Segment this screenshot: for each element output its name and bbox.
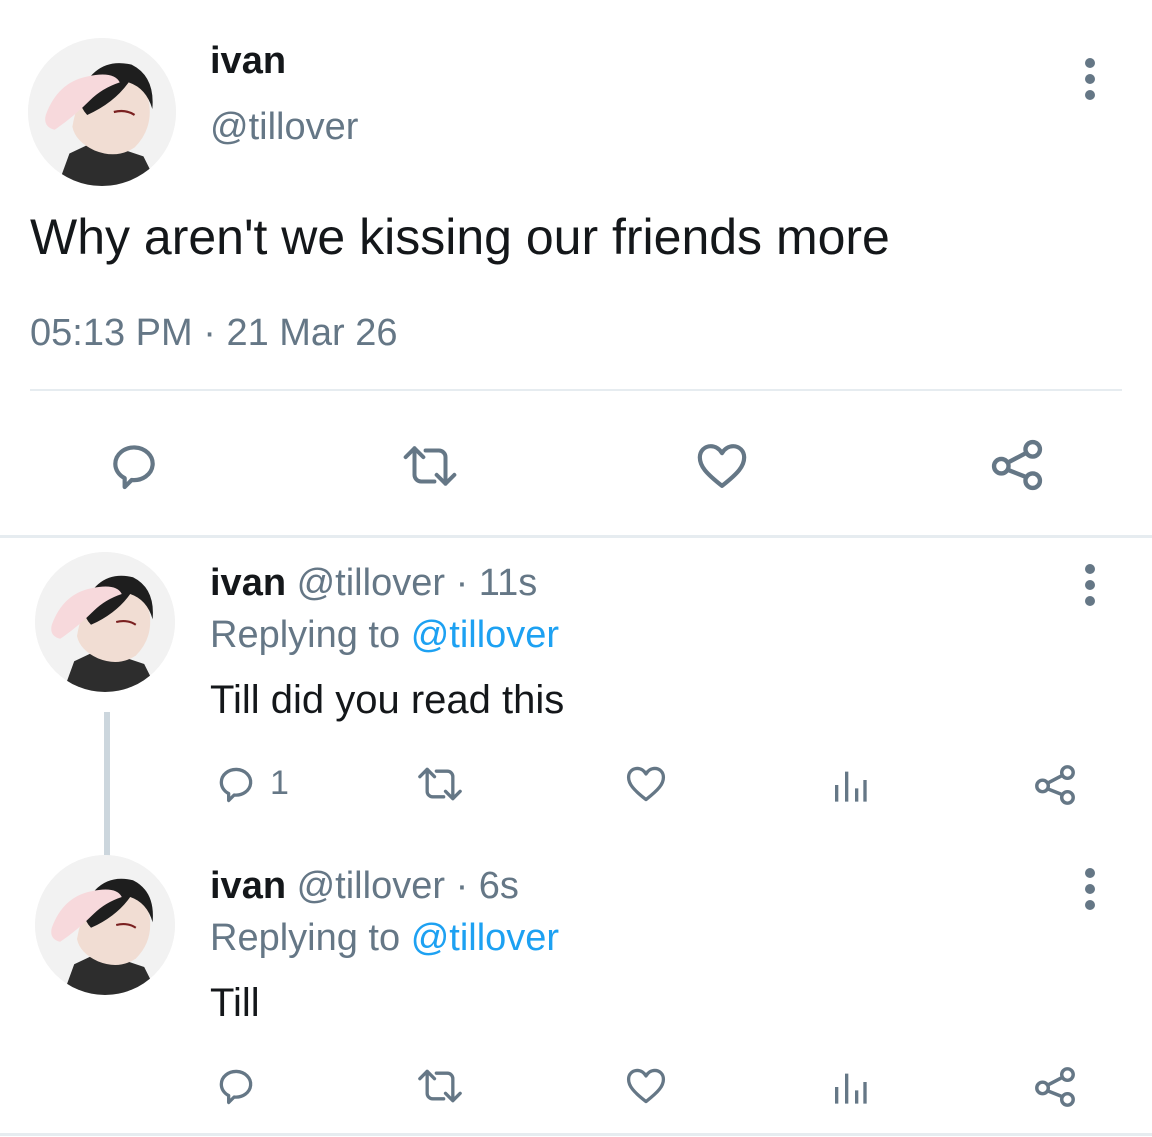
replying-prefix: Replying to — [210, 614, 401, 656]
handle[interactable]: @tillover — [210, 106, 358, 149]
replying-handle-link[interactable]: @tillover — [411, 614, 559, 656]
avatar-illustration — [35, 855, 175, 995]
analytics-icon[interactable] — [826, 1064, 874, 1110]
avatar[interactable] — [35, 855, 175, 995]
handle[interactable]: @tillover — [297, 562, 445, 604]
share-icon[interactable] — [1030, 760, 1080, 810]
reply-header: ivan @tillover · 6s — [210, 865, 519, 908]
avatar-illustration — [28, 38, 176, 186]
bottom-divider — [0, 1133, 1152, 1136]
avatar[interactable] — [28, 38, 176, 186]
replying-to: Replying to @tillover — [210, 917, 559, 960]
heart-icon[interactable] — [622, 1062, 670, 1110]
reply-header: ivan @tillover · 11s — [210, 562, 537, 605]
avatar[interactable] — [35, 552, 175, 692]
share-icon[interactable] — [986, 434, 1048, 496]
tweet-time: 05:13 PM — [30, 312, 193, 354]
avatar-illustration — [35, 552, 175, 692]
replying-handle-link[interactable]: @tillover — [411, 917, 559, 959]
display-name[interactable]: ivan — [210, 865, 286, 907]
divider — [30, 389, 1122, 391]
tweet-text: Till — [210, 981, 260, 1025]
reply-count: 1 — [270, 764, 289, 802]
more-vertical-icon[interactable] — [1080, 58, 1100, 106]
heart-icon[interactable] — [692, 436, 752, 496]
more-vertical-icon[interactable] — [1080, 564, 1100, 612]
tweet-age: 6s — [478, 865, 519, 907]
thread-line — [104, 712, 110, 860]
display-name[interactable]: ivan — [210, 40, 286, 83]
tweet-text: Why aren't we kissing our friends more — [30, 209, 890, 265]
timestamp-separator: · — [203, 312, 216, 354]
tweet-date: 21 Mar 26 — [226, 312, 398, 354]
handle[interactable]: @tillover — [297, 865, 445, 907]
more-vertical-icon[interactable] — [1080, 868, 1100, 916]
retweet-icon[interactable] — [412, 1062, 468, 1110]
share-icon[interactable] — [1030, 1062, 1080, 1112]
retweet-icon[interactable] — [412, 760, 468, 808]
retweet-icon[interactable] — [396, 436, 464, 496]
analytics-icon[interactable] — [826, 762, 874, 808]
reply-icon[interactable] — [212, 1062, 260, 1110]
tweet-age: 11s — [478, 562, 538, 604]
tweet-timestamp: 05:13 PM · 21 Mar 26 — [30, 312, 398, 355]
header-separator: · — [455, 562, 469, 604]
replying-prefix: Replying to — [210, 917, 401, 959]
tweet-text: Till did you read this — [210, 678, 565, 722]
heart-icon[interactable] — [622, 760, 670, 808]
reply-icon[interactable] — [212, 760, 260, 808]
section-divider — [0, 535, 1152, 538]
header-separator: · — [455, 865, 469, 907]
replying-to: Replying to @tillover — [210, 614, 559, 657]
display-name[interactable]: ivan — [210, 562, 286, 604]
reply-icon[interactable] — [104, 436, 164, 496]
